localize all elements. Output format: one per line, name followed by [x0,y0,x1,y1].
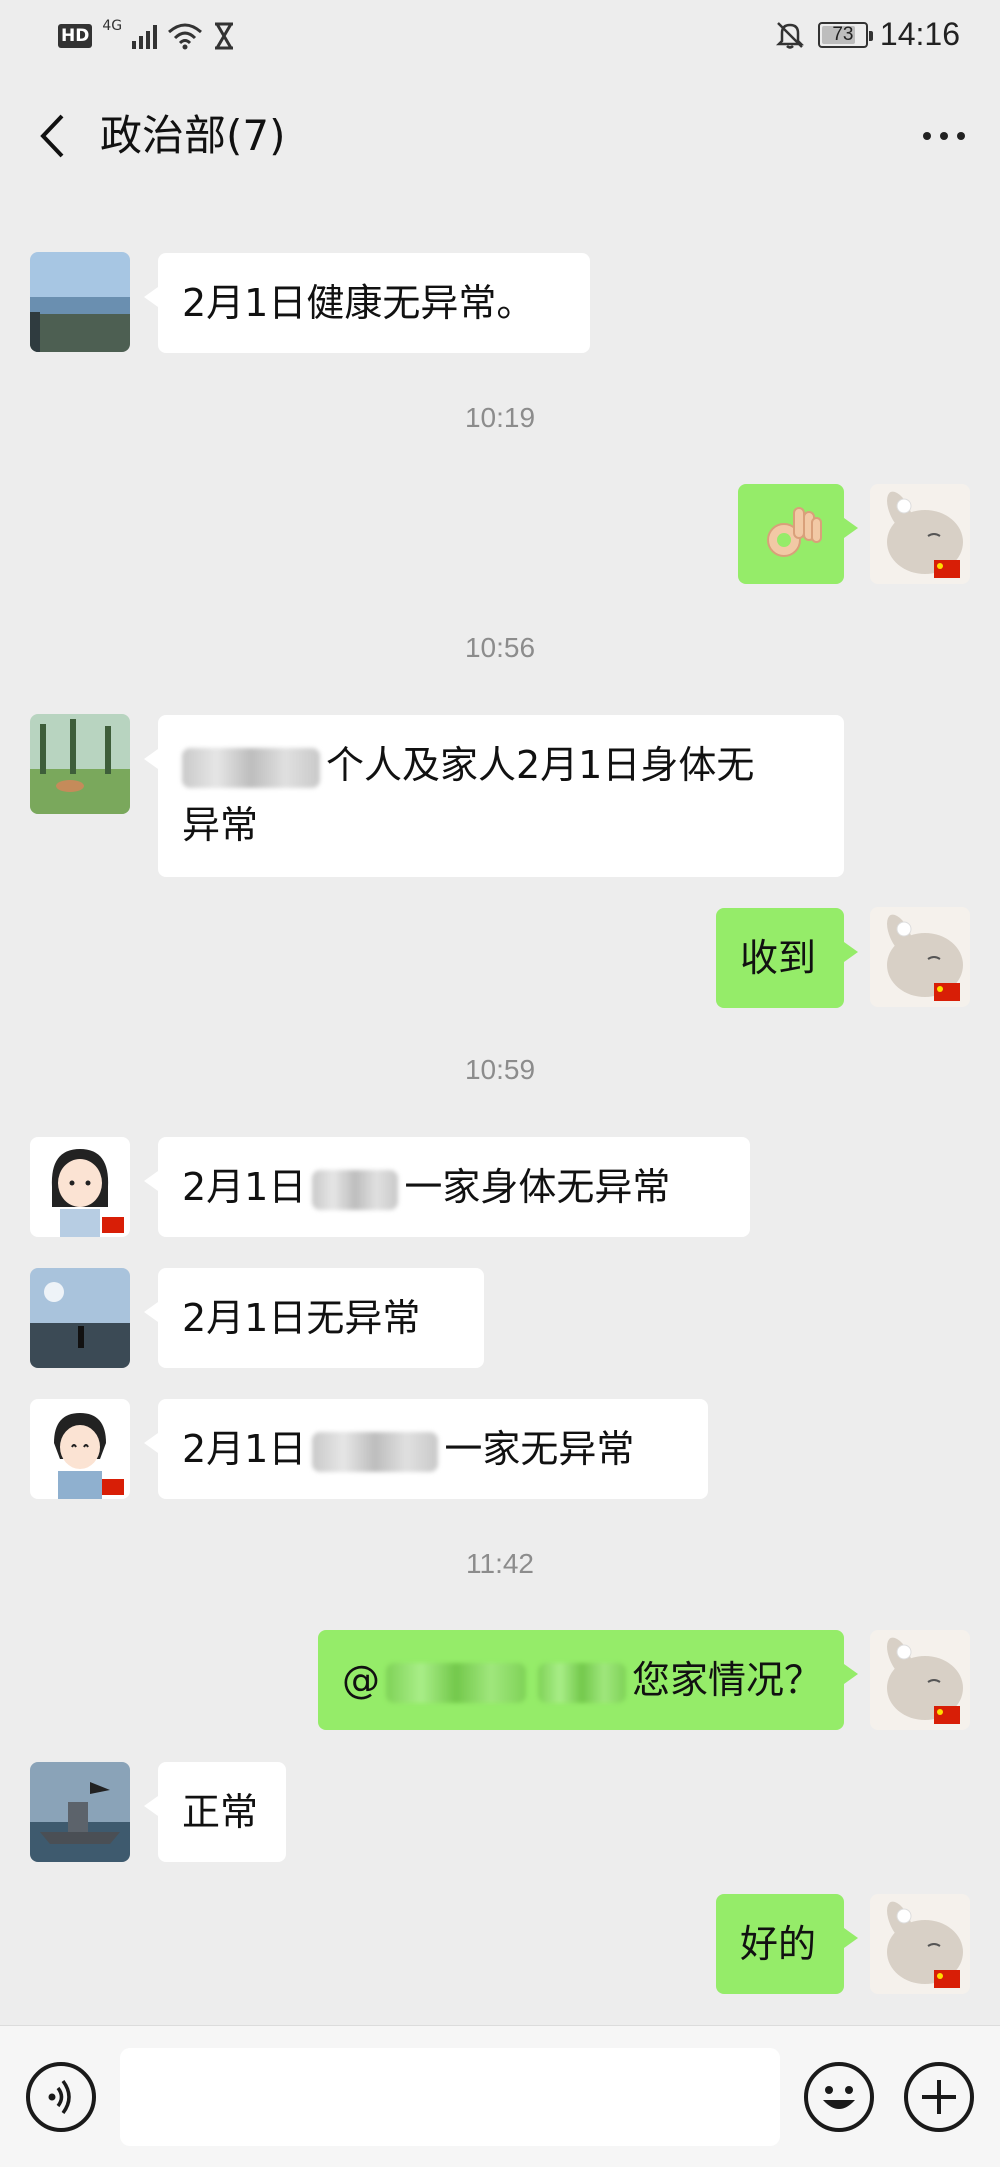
avatar-cartoon-girl [30,1399,130,1499]
redacted-text [312,1431,439,1472]
chat-header: 政治部(7) [0,94,1000,178]
avatar-bunny-illustration [870,907,970,1007]
network-type: 4G [102,18,123,34]
message-text: 您家情况？ [632,1658,823,1702]
message-text: 个人及家人2月1日身体无 [326,743,755,787]
message-text: 异常 [182,803,259,847]
message-text: 2月1日健康无异常。 [182,281,535,325]
status-right: 73 14:16 [774,16,960,53]
message-bubble[interactable]: 2月1日健康无异常。 [144,253,590,353]
message-bubble[interactable] [738,484,858,584]
avatar[interactable] [30,1762,130,1862]
avatar[interactable] [30,1137,130,1237]
my-avatar[interactable] [870,484,970,584]
wifi-icon [168,23,203,50]
message-text: @ [342,1658,380,1702]
message-text: 2月1日 [182,1165,307,1209]
avatar[interactable] [30,252,130,352]
status-time: 14:16 [879,16,960,52]
avatar-bunny-illustration [870,484,970,584]
timestamp: 10:56 [464,632,536,663]
message-text: 好的 [740,1922,817,1966]
redacted-text [182,747,320,788]
avatar-cartoon-girl [30,1137,130,1237]
plus-icon [922,2080,956,2114]
battery-level: 73 [832,23,854,45]
my-avatar[interactable] [870,907,970,1007]
more-button[interactable] [914,108,974,164]
avatar-river-photo [30,252,130,352]
message-bubble[interactable]: 2月1日 一家无异常 [144,1399,708,1499]
redacted-mention [538,1662,626,1703]
message-bubble[interactable]: @ 您家情况？ [318,1630,858,1730]
status-bar: HD 4G 73 14:16 [0,0,1000,74]
message-bubble[interactable]: 2月1日 一家身体无异常 [144,1137,750,1237]
message-text: 2月1日 [182,1427,307,1471]
avatar-warship-illustration [30,1762,130,1862]
message-text: 正常 [182,1790,259,1834]
avatar-bunny-illustration [870,1894,970,1994]
message-text: 2月1日无异常 [182,1296,421,1340]
emoji-button[interactable] [804,2062,874,2132]
avatar-bunny-illustration [870,1630,970,1730]
voice-icon [48,2079,71,2115]
message-bubble[interactable]: 好的 [716,1894,858,1994]
hd-badge: HD [58,24,93,48]
message-bubble[interactable]: 个人及家人2月1日身体无 异常 [144,715,844,877]
my-avatar[interactable] [870,1894,970,1994]
message-bubble[interactable]: 2月1日无异常 [144,1268,484,1368]
plus-button[interactable] [904,2062,974,2132]
avatar-beach-photo [30,1268,130,1368]
emoji-icon [823,2086,855,2109]
input-bar [0,2025,1000,2167]
message-text: 收到 [740,936,817,980]
avatar[interactable] [30,1268,130,1368]
timestamp: 10:59 [464,1054,536,1085]
status-left: HD 4G [58,18,235,50]
redacted-mention [386,1662,526,1703]
more-dots-icon [923,132,931,140]
signal-icon [132,23,158,49]
ok-hand-emoji-icon [767,507,822,557]
avatar[interactable] [30,1399,130,1499]
battery-icon: 73 [817,21,873,48]
message-text: 一家身体无异常 [404,1165,671,1209]
voice-button[interactable] [26,2062,96,2132]
hourglass-icon [215,22,234,50]
message-text: 一家无异常 [444,1427,635,1471]
chevron-left-icon [40,114,64,158]
avatar-park-photo [30,714,130,814]
message-bubble[interactable]: 收到 [716,908,858,1008]
chat-title: 政治部(7) [100,111,286,160]
bell-off-icon [775,21,804,49]
redacted-text [312,1169,399,1210]
back-button[interactable] [28,108,78,164]
message-bubble[interactable]: 正常 [144,1762,286,1862]
my-avatar[interactable] [870,1630,970,1730]
chat-messages[interactable]: 2月1日健康无异常。 10:19 10:56 个人及家人2月1日身体无 异常 收… [0,178,1000,2025]
avatar[interactable] [30,714,130,814]
timestamp: 11:42 [466,1548,534,1579]
timestamp: 10:19 [464,402,536,433]
message-input[interactable] [120,2048,780,2146]
